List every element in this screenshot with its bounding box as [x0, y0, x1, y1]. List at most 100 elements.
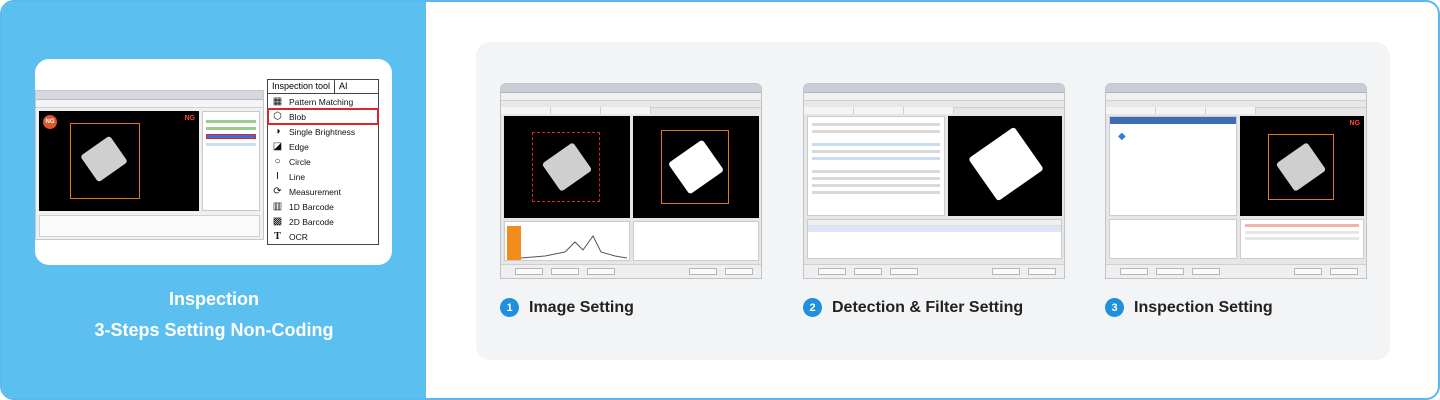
step-3: 3 Inspection Setting — [1105, 298, 1273, 317]
caption-line-1: Inspection — [168, 289, 259, 309]
settings-tabs — [804, 101, 1064, 114]
tool-single-brightness[interactable]: ◑ Single Brightness — [268, 124, 378, 139]
original-image-view — [504, 116, 630, 218]
toolbox-tabs: Inspection tool AI — [268, 80, 378, 94]
main-app-preview: NG NG Inspection tool AI ▦ Pattern Match… — [35, 59, 392, 265]
tool-pattern-matching[interactable]: ▦ Pattern Matching — [268, 94, 378, 109]
rename-button[interactable] — [515, 268, 543, 275]
window-toolbar — [1106, 93, 1366, 101]
tool-label: Blob — [289, 111, 307, 122]
step-label: Image Setting — [529, 298, 634, 316]
app-titlebar — [36, 91, 263, 100]
tool-1d-barcode[interactable]: ▥ 1D Barcode — [268, 199, 378, 214]
cancel-button[interactable] — [1028, 268, 1056, 275]
tool-label: Line — [289, 171, 306, 182]
line-icon: Ι — [276, 171, 279, 182]
step-2: 2 Detection & Filter Setting — [803, 298, 1023, 317]
pattern-icon: ▦ — [272, 96, 283, 107]
tool-label: Edge — [289, 141, 309, 152]
step-1: 1 Image Setting — [500, 298, 634, 317]
cancel-button[interactable] — [725, 268, 753, 275]
window-toolbar — [501, 93, 761, 101]
circle-icon: ○ — [274, 156, 281, 167]
tool-line[interactable]: Ι Line — [268, 169, 378, 184]
run-button[interactable] — [1192, 268, 1220, 275]
step-number-badge: 2 — [803, 298, 822, 317]
ok-button[interactable] — [992, 268, 1020, 275]
blob-count-header — [1110, 117, 1236, 124]
window-titlebar — [1106, 84, 1366, 93]
ok-button[interactable] — [689, 268, 717, 275]
blob-icon: ⬡ — [273, 111, 282, 122]
screenshot-detection-filter — [803, 83, 1065, 279]
run-button[interactable] — [890, 268, 918, 275]
window-footer — [1106, 264, 1366, 278]
result-table — [1240, 219, 1364, 259]
tool-2d-barcode[interactable]: ▩ 2D Barcode — [268, 214, 378, 229]
tool-label: Measurement — [289, 186, 341, 197]
cancel-button[interactable] — [1330, 268, 1358, 275]
blob-result-view — [948, 116, 1062, 216]
tool-blob[interactable]: ⬡ Blob — [267, 108, 379, 125]
brightness-icon: ◑ — [274, 126, 281, 137]
window-footer — [501, 264, 761, 278]
threshold-band — [507, 226, 521, 260]
tool-label: Circle — [289, 156, 311, 167]
tool-circle[interactable]: ○ Circle — [268, 154, 378, 169]
left-panel: NG NG Inspection tool AI ▦ Pattern Match… — [2, 2, 426, 398]
ok-button[interactable] — [1294, 268, 1322, 275]
ng-badge: NG — [43, 115, 57, 129]
tool-label: 2D Barcode — [289, 216, 334, 227]
window-footer — [804, 264, 1064, 278]
tool-label: OCR — [289, 231, 308, 242]
measurement-icon: ⟳ — [273, 186, 282, 197]
left-caption: Inspection 3-Steps Setting Non-Coding — [2, 284, 426, 346]
tool-label: 1D Barcode — [289, 201, 334, 212]
tab-inspection-tool[interactable]: Inspection tool — [268, 80, 336, 93]
refresh-button[interactable] — [551, 268, 579, 275]
run-button[interactable] — [587, 268, 615, 275]
ng-label: NG — [184, 115, 196, 122]
step-number-badge: 3 — [1105, 298, 1124, 317]
rename-button[interactable] — [818, 268, 846, 275]
ocr-icon: T — [274, 231, 281, 242]
condition-panel — [1109, 219, 1237, 259]
step-label: Inspection Setting — [1134, 298, 1273, 316]
status-panel — [39, 215, 260, 237]
histogram-panel — [504, 221, 630, 261]
screenshot-image-setting — [500, 83, 762, 279]
caption-line-2: 3-Steps Setting Non-Coding — [94, 320, 334, 340]
tool-edge[interactable]: ◪ Edge — [268, 139, 378, 154]
inspection-toolbox: Inspection tool AI ▦ Pattern Matching ⬡ Bl… — [267, 79, 379, 245]
barcode-icon: ▥ — [272, 201, 283, 212]
morphology-panel — [633, 221, 759, 261]
detected-blob — [968, 126, 1044, 202]
blob-count-panel: ◆ — [1109, 116, 1237, 216]
settings-tabs — [1106, 101, 1366, 114]
app-window-preview: NG NG — [35, 90, 264, 240]
tool-measurement[interactable]: ⟳ Measurement — [268, 184, 378, 199]
qrcode-icon: ▩ — [272, 216, 283, 227]
refresh-button[interactable] — [1156, 268, 1184, 275]
window-toolbar — [804, 93, 1064, 101]
camera-view: NG NG — [39, 111, 199, 211]
step-label: Detection & Filter Setting — [832, 298, 1024, 316]
tool-list-panel — [202, 111, 260, 211]
tool-label: Pattern Matching — [289, 96, 354, 107]
page-frame: NG NG Inspection tool AI ▦ Pattern Match… — [0, 0, 1440, 400]
window-titlebar — [804, 84, 1064, 93]
histogram-curve — [520, 235, 628, 259]
refresh-button[interactable] — [854, 268, 882, 275]
inspection-result-view: NG — [1240, 116, 1364, 216]
tab-ai[interactable]: AI — [335, 80, 352, 93]
tool-label: Single Brightness — [289, 126, 356, 137]
settings-tabs — [501, 101, 761, 114]
filter-options-panel — [807, 116, 945, 216]
tool-ocr[interactable]: T OCR — [268, 229, 378, 244]
screenshot-inspection-setting: ◆ NG — [1105, 83, 1367, 279]
blob-table — [807, 219, 1062, 259]
edge-icon: ◪ — [272, 141, 283, 152]
blob-icon: ◆ — [1118, 131, 1126, 142]
rename-button[interactable] — [1120, 268, 1148, 275]
ng-label: NG — [1349, 120, 1361, 127]
